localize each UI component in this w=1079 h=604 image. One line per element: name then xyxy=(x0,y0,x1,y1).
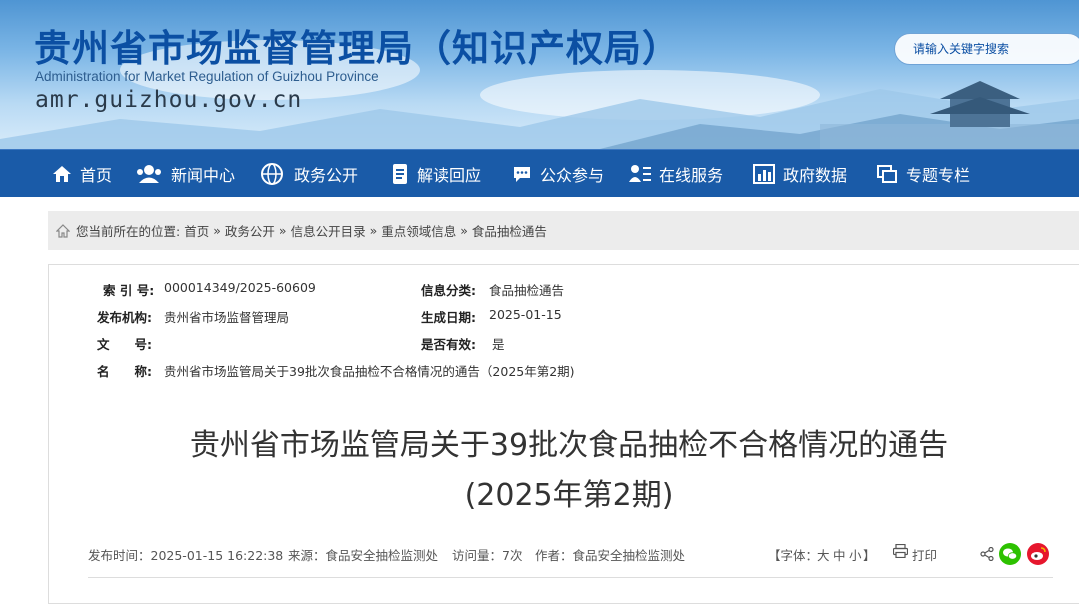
breadcrumb: 您当前所在的位置: 首页 » 政务公开 » 信息公开目录 » 重点领域信息 » … xyxy=(48,211,1079,250)
breadcrumb-separator: » xyxy=(460,223,468,238)
publish-time: 发布时间：2025-01-15 16:22:38 xyxy=(88,548,284,563)
nav-label: 解读回应 xyxy=(417,166,482,185)
article-title-issue: (2025年第2期) xyxy=(464,478,674,513)
nav-label: 新闻中心 xyxy=(171,166,236,185)
wechat-icon[interactable] xyxy=(999,543,1021,565)
article-info-bar: 发布时间：2025-01-15 16:22:38 来源：食品安全抽检监测处 访问… xyxy=(88,540,1053,578)
nav-label: 政务公开 xyxy=(294,166,359,185)
font-size-small[interactable]: 小 xyxy=(849,545,862,564)
share-icon[interactable] xyxy=(980,547,994,561)
globe-icon xyxy=(261,163,283,185)
nav-item-public-participation[interactable]: 公众参与 xyxy=(512,150,604,198)
index-value: 000014349/2025-60609 xyxy=(164,280,316,295)
nav-item-online-service[interactable]: 在线服务 xyxy=(629,150,723,198)
main-nav: 首页 新闻中心 政务公开 解读回应 公众参与 在线服务 政府数据 专题专栏 xyxy=(0,149,1079,197)
nav-label: 政府数据 xyxy=(783,166,848,185)
publisher-label: 发布机构: xyxy=(97,310,152,325)
breadcrumb-item-key-areas[interactable]: 重点领域信息 xyxy=(381,221,456,240)
article-title: 贵州省市场监管局关于39批次食品抽检不合格情况的通告 xyxy=(189,428,949,463)
font-size-end: 】 xyxy=(863,548,876,563)
breadcrumb-item-info-catalog[interactable]: 信息公开目录 xyxy=(291,221,366,240)
weibo-icon[interactable] xyxy=(1027,543,1049,565)
nav-item-gov-affairs[interactable]: 政务公开 xyxy=(260,150,358,198)
font-size-large[interactable]: 大 xyxy=(817,545,830,564)
breadcrumb-item-gov-affairs[interactable]: 政务公开 xyxy=(225,221,275,240)
date-label: 生成日期: xyxy=(421,310,476,325)
view-count: 访问量：7次 xyxy=(452,548,523,563)
site-title-english: Administration for Market Regulation of … xyxy=(35,69,379,84)
article-source: 来源：食品安全抽检监测处 xyxy=(288,548,439,563)
bar-chart-icon xyxy=(753,164,775,184)
nav-label: 在线服务 xyxy=(659,166,724,185)
people-icon xyxy=(137,165,161,183)
chat-icon xyxy=(514,167,530,182)
nav-label: 专题专栏 xyxy=(906,166,971,185)
nav-item-gov-data[interactable]: 政府数据 xyxy=(753,150,847,198)
breadcrumb-prefix: 您当前所在的位置: xyxy=(76,224,181,239)
printer-icon[interactable] xyxy=(893,544,908,558)
home-icon xyxy=(56,223,70,238)
name-value: 贵州省市场监管局关于39批次食品抽检不合格情况的通告（2025年第2期) xyxy=(164,364,575,379)
home-icon xyxy=(53,166,71,182)
site-url: amr.guizhou.gov.cn xyxy=(35,87,303,113)
nav-label: 公众参与 xyxy=(540,166,605,185)
breadcrumb-item-home[interactable]: 首页 xyxy=(184,221,209,240)
nav-item-home[interactable]: 首页 xyxy=(52,150,112,198)
site-title[interactable]: 贵州省市场监督管理局（知识产权局） xyxy=(34,18,680,72)
valid-value: 是 xyxy=(492,337,505,352)
header-banner: 贵州省市场监督管理局（知识产权局） Administration for Mar… xyxy=(0,0,1079,149)
nav-item-interpretation[interactable]: 解读回应 xyxy=(391,150,481,198)
nav-item-news[interactable]: 新闻中心 xyxy=(135,150,235,198)
index-label: 索 引 号: xyxy=(103,283,155,298)
breadcrumb-separator: » xyxy=(369,223,378,238)
name-label: 名 称: xyxy=(97,364,152,379)
breadcrumb-item-food-inspection[interactable]: 食品抽检通告 xyxy=(472,221,547,240)
nav-label: 首页 xyxy=(80,166,113,185)
windows-icon xyxy=(877,165,897,183)
category-label: 信息分类: xyxy=(421,283,476,298)
docno-label: 文 号: xyxy=(97,337,152,352)
breadcrumb-separator: » xyxy=(278,223,287,238)
font-size-medium[interactable]: 中 xyxy=(833,545,846,564)
category-value: 食品抽检通告 xyxy=(489,283,565,298)
valid-label: 是否有效: xyxy=(421,337,476,352)
document-icon xyxy=(393,164,407,184)
search-input[interactable]: 请输入关键字搜索 xyxy=(894,33,1079,65)
print-button[interactable]: 打印 xyxy=(912,545,937,564)
breadcrumb-separator: » xyxy=(213,223,221,238)
font-size-label: 【字体： xyxy=(768,548,819,563)
user-list-icon xyxy=(629,165,651,182)
date-value: 2025-01-15 xyxy=(489,307,562,322)
nav-item-special-topics[interactable]: 专题专栏 xyxy=(876,150,970,198)
publisher-value: 贵州省市场监督管理局 xyxy=(164,310,290,325)
article-author: 作者：食品安全抽检监测处 xyxy=(535,548,686,563)
